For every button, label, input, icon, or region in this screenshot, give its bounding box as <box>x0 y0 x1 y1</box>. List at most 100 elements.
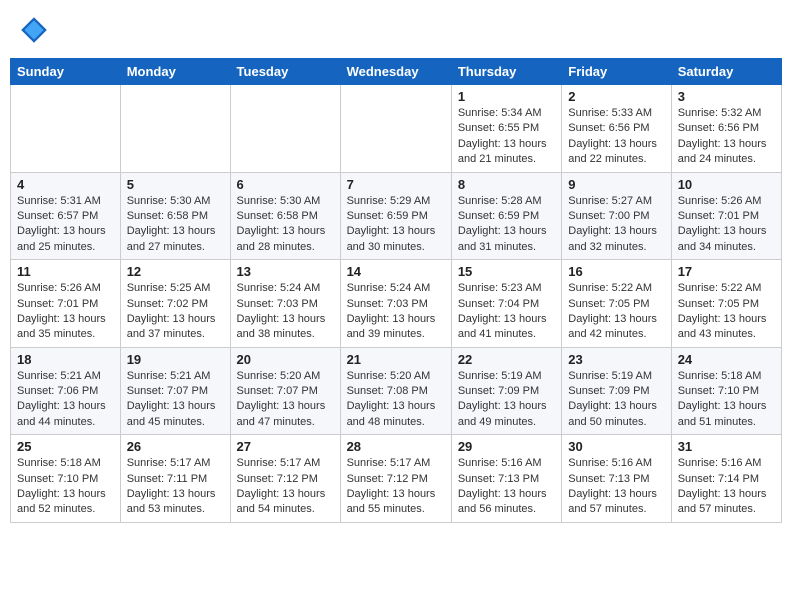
day-number: 22 <box>458 352 555 367</box>
calendar-week-row: 1 Sunrise: 5:34 AM Sunset: 6:55 PM Daylig… <box>11 85 782 173</box>
day-number: 4 <box>17 177 114 192</box>
logo-icon <box>18 14 50 46</box>
day-number: 16 <box>568 264 664 279</box>
day-info: Sunrise: 5:17 AM Sunset: 7:12 PM Dayligh… <box>347 456 445 518</box>
calendar-cell: 18Sunrise: 5:21 AM Sunset: 7:06 PM Dayli… <box>11 347 121 435</box>
weekday-header-saturday: Saturday <box>671 59 781 85</box>
day-number: 14 <box>347 264 445 279</box>
calendar-week-row: 25 Sunrise: 5:18 AM Sunset: 7:10 PM Dayli… <box>11 435 782 523</box>
weekday-header-tuesday: Tuesday <box>230 59 340 85</box>
day-number: 27 <box>237 439 334 454</box>
calendar-cell: 21 Sunrise: 5:20 AM Sunset: 7:08 PM Dayli… <box>340 347 451 435</box>
day-number: 5 <box>127 177 224 192</box>
calendar-cell <box>230 85 340 173</box>
day-number: 8 <box>458 177 555 192</box>
day-info: Sunrise: 5:20 AM Sunset: 7:08 PM Dayligh… <box>347 369 445 431</box>
day-info: Sunrise: 5:19 AM Sunset: 7:09 PM Dayligh… <box>458 369 555 431</box>
day-number: 28 <box>347 439 445 454</box>
calendar-cell: 10 Sunrise: 5:26 AM Sunset: 7:01 PM Dayli… <box>671 172 781 260</box>
day-number: 11 <box>17 264 114 279</box>
day-number: 6 <box>237 177 334 192</box>
day-number: 10 <box>678 177 775 192</box>
day-number: 17 <box>678 264 775 279</box>
day-number: 24 <box>678 352 775 367</box>
day-info: Sunrise: 5:22 AM Sunset: 7:05 PM Dayligh… <box>678 281 775 343</box>
day-info: Sunrise: 5:18 AM Sunset: 7:10 PM Dayligh… <box>17 456 114 518</box>
calendar-cell: 2 Sunrise: 5:33 AM Sunset: 6:56 PM Daylig… <box>562 85 671 173</box>
day-info: Sunrise: 5:29 AM Sunset: 6:59 PM Dayligh… <box>347 194 445 256</box>
calendar-cell: 25 Sunrise: 5:18 AM Sunset: 7:10 PM Dayli… <box>11 435 121 523</box>
calendar-cell: 28 Sunrise: 5:17 AM Sunset: 7:12 PM Dayli… <box>340 435 451 523</box>
calendar-table: SundayMondayTuesdayWednesdayThursdayFrid… <box>10 58 782 523</box>
calendar-cell: 6 Sunrise: 5:30 AM Sunset: 6:58 PM Daylig… <box>230 172 340 260</box>
page-header <box>10 10 782 50</box>
day-number: 2 <box>568 89 664 104</box>
day-info: Sunrise: 5:20 AM Sunset: 7:07 PM Dayligh… <box>237 369 334 431</box>
day-info: Sunrise: 5:18 AM Sunset: 7:10 PM Dayligh… <box>678 369 775 431</box>
day-info: Sunrise: 5:27 AM Sunset: 7:00 PM Dayligh… <box>568 194 664 256</box>
calendar-cell: 1 Sunrise: 5:34 AM Sunset: 6:55 PM Daylig… <box>451 85 561 173</box>
day-info: Sunrise: 5:31 AM Sunset: 6:57 PM Dayligh… <box>17 194 114 256</box>
calendar-header-row: SundayMondayTuesdayWednesdayThursdayFrid… <box>11 59 782 85</box>
day-number: 9 <box>568 177 664 192</box>
day-number: 1 <box>458 89 555 104</box>
day-number: 26 <box>127 439 224 454</box>
day-info: Sunrise: 5:17 AM Sunset: 7:12 PM Dayligh… <box>237 456 334 518</box>
calendar-cell: 5 Sunrise: 5:30 AM Sunset: 6:58 PM Daylig… <box>120 172 230 260</box>
calendar-cell: 7 Sunrise: 5:29 AM Sunset: 6:59 PM Daylig… <box>340 172 451 260</box>
day-info: Sunrise: 5:30 AM Sunset: 6:58 PM Dayligh… <box>237 194 334 256</box>
weekday-header-wednesday: Wednesday <box>340 59 451 85</box>
calendar-cell: 17 Sunrise: 5:22 AM Sunset: 7:05 PM Dayli… <box>671 260 781 348</box>
weekday-header-thursday: Thursday <box>451 59 561 85</box>
calendar-week-row: 11Sunrise: 5:26 AM Sunset: 7:01 PM Dayli… <box>11 260 782 348</box>
calendar-cell: 11Sunrise: 5:26 AM Sunset: 7:01 PM Dayli… <box>11 260 121 348</box>
day-number: 12 <box>127 264 224 279</box>
day-info: Sunrise: 5:25 AM Sunset: 7:02 PM Dayligh… <box>127 281 224 343</box>
day-info: Sunrise: 5:34 AM Sunset: 6:55 PM Dayligh… <box>458 106 555 168</box>
day-info: Sunrise: 5:32 AM Sunset: 6:56 PM Dayligh… <box>678 106 775 168</box>
day-number: 3 <box>678 89 775 104</box>
calendar-cell: 12 Sunrise: 5:25 AM Sunset: 7:02 PM Dayli… <box>120 260 230 348</box>
day-number: 19 <box>127 352 224 367</box>
day-info: Sunrise: 5:28 AM Sunset: 6:59 PM Dayligh… <box>458 194 555 256</box>
day-number: 25 <box>17 439 114 454</box>
day-info: Sunrise: 5:26 AM Sunset: 7:01 PM Dayligh… <box>678 194 775 256</box>
calendar-cell: 16 Sunrise: 5:22 AM Sunset: 7:05 PM Dayli… <box>562 260 671 348</box>
calendar-cell: 26 Sunrise: 5:17 AM Sunset: 7:11 PM Dayli… <box>120 435 230 523</box>
day-info: Sunrise: 5:16 AM Sunset: 7:13 PM Dayligh… <box>458 456 555 518</box>
calendar-cell <box>11 85 121 173</box>
day-number: 7 <box>347 177 445 192</box>
calendar-cell: 20 Sunrise: 5:20 AM Sunset: 7:07 PM Dayli… <box>230 347 340 435</box>
day-info: Sunrise: 5:33 AM Sunset: 6:56 PM Dayligh… <box>568 106 664 168</box>
weekday-header-monday: Monday <box>120 59 230 85</box>
day-info: Sunrise: 5:17 AM Sunset: 7:11 PM Dayligh… <box>127 456 224 518</box>
calendar-cell <box>340 85 451 173</box>
calendar-cell: 27 Sunrise: 5:17 AM Sunset: 7:12 PM Dayli… <box>230 435 340 523</box>
calendar-cell: 8 Sunrise: 5:28 AM Sunset: 6:59 PM Daylig… <box>451 172 561 260</box>
calendar-cell: 9 Sunrise: 5:27 AM Sunset: 7:00 PM Daylig… <box>562 172 671 260</box>
day-info: Sunrise: 5:24 AM Sunset: 7:03 PM Dayligh… <box>237 281 334 343</box>
day-number: 15 <box>458 264 555 279</box>
calendar-cell: 19 Sunrise: 5:21 AM Sunset: 7:07 PM Dayli… <box>120 347 230 435</box>
day-info: Sunrise: 5:22 AM Sunset: 7:05 PM Dayligh… <box>568 281 664 343</box>
day-info: Sunrise: 5:30 AM Sunset: 6:58 PM Dayligh… <box>127 194 224 256</box>
day-info: Sunrise: 5:21 AM Sunset: 7:07 PM Dayligh… <box>127 369 224 431</box>
calendar-cell: 15 Sunrise: 5:23 AM Sunset: 7:04 PM Dayli… <box>451 260 561 348</box>
weekday-header-sunday: Sunday <box>11 59 121 85</box>
day-number: 31 <box>678 439 775 454</box>
day-number: 30 <box>568 439 664 454</box>
day-info: Sunrise: 5:23 AM Sunset: 7:04 PM Dayligh… <box>458 281 555 343</box>
day-number: 21 <box>347 352 445 367</box>
day-info: Sunrise: 5:19 AM Sunset: 7:09 PM Dayligh… <box>568 369 664 431</box>
calendar-cell: 30Sunrise: 5:16 AM Sunset: 7:13 PM Dayli… <box>562 435 671 523</box>
calendar-cell: 23 Sunrise: 5:19 AM Sunset: 7:09 PM Dayli… <box>562 347 671 435</box>
calendar-cell <box>120 85 230 173</box>
calendar-cell: 29 Sunrise: 5:16 AM Sunset: 7:13 PM Dayli… <box>451 435 561 523</box>
day-number: 18 <box>17 352 114 367</box>
day-number: 23 <box>568 352 664 367</box>
calendar-cell: 4 Sunrise: 5:31 AM Sunset: 6:57 PM Daylig… <box>11 172 121 260</box>
day-number: 29 <box>458 439 555 454</box>
calendar-cell: 14Sunrise: 5:24 AM Sunset: 7:03 PM Dayli… <box>340 260 451 348</box>
logo <box>18 14 54 46</box>
day-number: 20 <box>237 352 334 367</box>
